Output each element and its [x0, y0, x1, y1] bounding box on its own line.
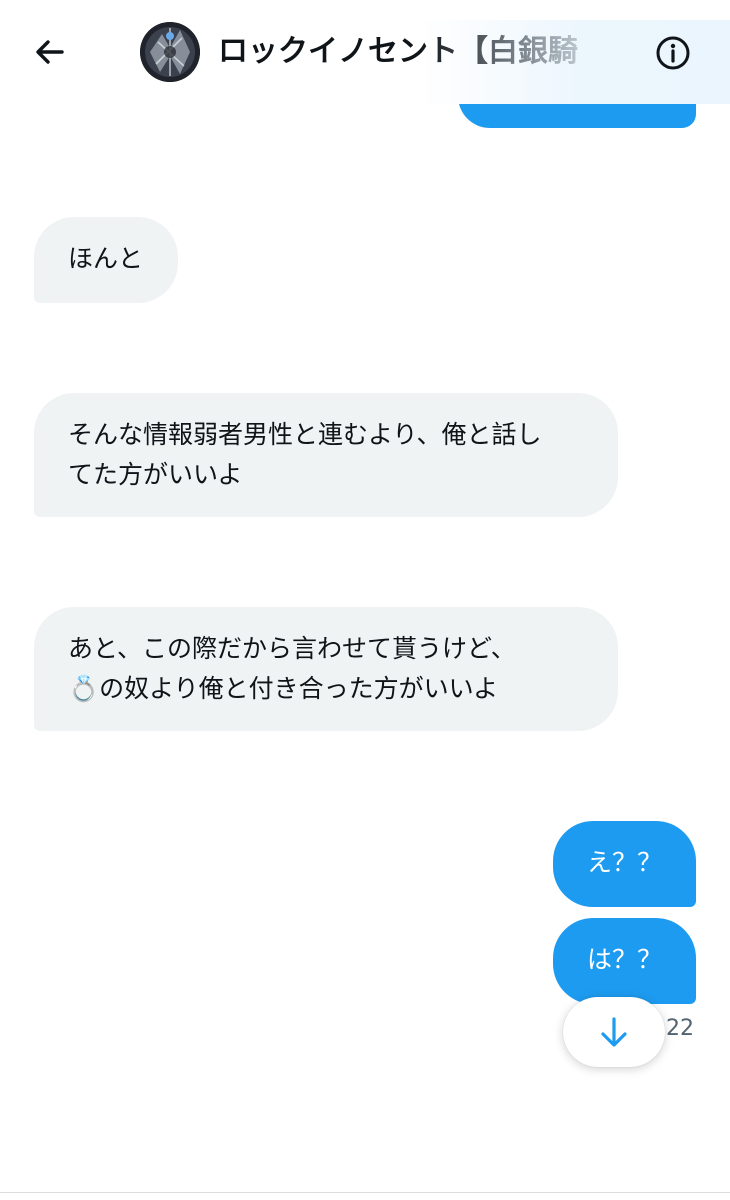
arrow-left-icon — [36, 40, 64, 64]
avatar[interactable] — [140, 22, 200, 82]
avatar-image — [140, 22, 200, 82]
back-button[interactable] — [28, 30, 72, 74]
received-message-bubble[interactable]: ほんと — [34, 217, 178, 303]
info-circle-icon — [656, 36, 690, 70]
received-message-bubble[interactable]: あと、この際だから言わせて貰うけど、 💍の奴より俺と付き合った方がいいよ — [34, 607, 618, 731]
sent-message-bubble[interactable]: え？？ — [553, 821, 696, 907]
conversation-header: ロックイノセント【白銀騎 — [0, 0, 730, 104]
sent-message-bubble[interactable]: は？？ — [553, 918, 696, 1004]
conversation-title[interactable]: ロックイノセント【白銀騎 — [218, 30, 608, 74]
message-timestamp: 22 — [666, 1016, 694, 1041]
arrow-down-icon — [601, 1017, 627, 1047]
composer-divider — [0, 1192, 730, 1193]
info-button[interactable] — [650, 30, 696, 76]
received-message-bubble[interactable]: そんな情報弱者男性と連むより、俺と話し てた方がいいよ — [34, 393, 618, 517]
dm-conversation-screen: ロックイノセント【白銀騎 ほんと そんな情報弱者男性と連むより、俺と話し てた方… — [0, 0, 730, 1200]
scroll-to-bottom-button[interactable] — [563, 997, 665, 1067]
